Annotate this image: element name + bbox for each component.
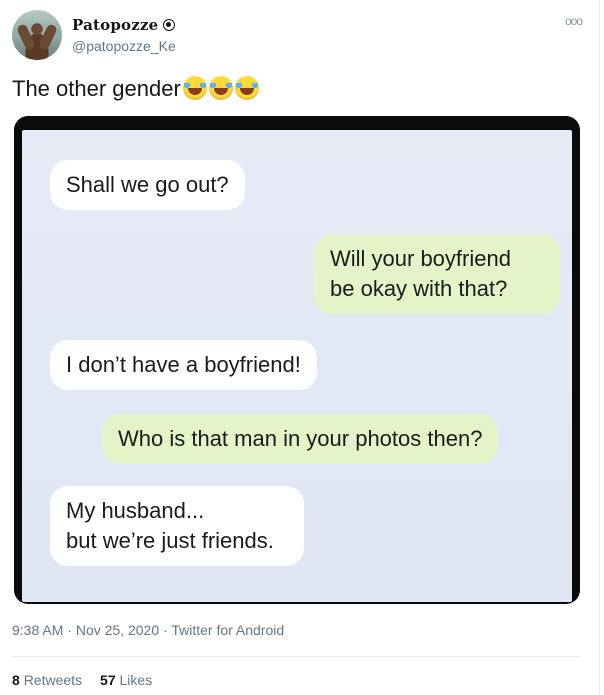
meta-separator: ·	[159, 622, 172, 638]
chat-message-text: I don’t have a boyfriend!	[66, 352, 301, 377]
face-with-tears-of-joy-icon	[182, 76, 207, 100]
more-options-icon[interactable]: ooo	[565, 14, 583, 28]
chat-bubble-incoming: My husband... but we’re just friends.	[50, 486, 304, 566]
chat-screenshot: Shall we go out? Will your boyfriend be …	[22, 130, 572, 602]
face-with-tears-of-joy-icon	[208, 76, 233, 100]
avatar-arm-right	[37, 23, 59, 51]
tweet-stats: 8 Retweets 57 Likes	[12, 672, 152, 688]
chat-message-line: but we’re just friends.	[66, 528, 274, 553]
chat-message-line: My husband...	[66, 498, 205, 523]
author-handle[interactable]: @patopozze_Ke	[72, 38, 176, 54]
author-name-row[interactable]: Patopozze	[72, 16, 176, 34]
chat-message-text: Who is that man in your photos then?	[118, 426, 483, 451]
tweet-text-content: The other gender	[12, 76, 181, 101]
author-display-name[interactable]: Patopozze	[72, 16, 158, 34]
chat-bubble-outgoing: Who is that man in your photos then?	[102, 414, 499, 464]
tweet-header: Patopozze @patopozze_Ke ooo	[12, 10, 592, 62]
avatar-arm-left	[15, 23, 37, 51]
tweet-date[interactable]: Nov 25, 2020	[76, 622, 159, 638]
meta-separator: ·	[63, 622, 76, 638]
tweet-meta: 9:38 AM · Nov 25, 2020 · Twitter for And…	[12, 622, 284, 638]
tweet-time[interactable]: 9:38 AM	[12, 622, 63, 638]
badge-icon	[163, 19, 176, 31]
retweets-count: 8	[12, 672, 20, 688]
chat-message-line: Will your boyfriend	[330, 246, 511, 271]
tweet-source[interactable]: Twitter for Android	[171, 622, 284, 638]
chat-message-line: be okay with that?	[330, 276, 508, 301]
avatar[interactable]	[12, 10, 62, 60]
chat-bubble-incoming: Shall we go out?	[50, 160, 245, 210]
chat-message-text: Shall we go out?	[66, 172, 229, 197]
likes-stat[interactable]: 57 Likes	[100, 672, 152, 688]
likes-count: 57	[100, 672, 116, 688]
chat-bubble-outgoing: Will your boyfriend be okay with that?	[314, 234, 560, 314]
chat-bubble-incoming: I don’t have a boyfriend!	[50, 340, 317, 390]
divider	[12, 656, 580, 657]
retweets-label: Retweets	[23, 672, 83, 688]
retweets-stat[interactable]: 8 Retweets	[12, 672, 82, 688]
likes-label: Likes	[119, 672, 153, 688]
tweet-text: The other gender	[12, 76, 259, 102]
tweet-media-image[interactable]: Shall we go out? Will your boyfriend be …	[14, 116, 580, 604]
face-with-tears-of-joy-icon	[234, 76, 259, 100]
